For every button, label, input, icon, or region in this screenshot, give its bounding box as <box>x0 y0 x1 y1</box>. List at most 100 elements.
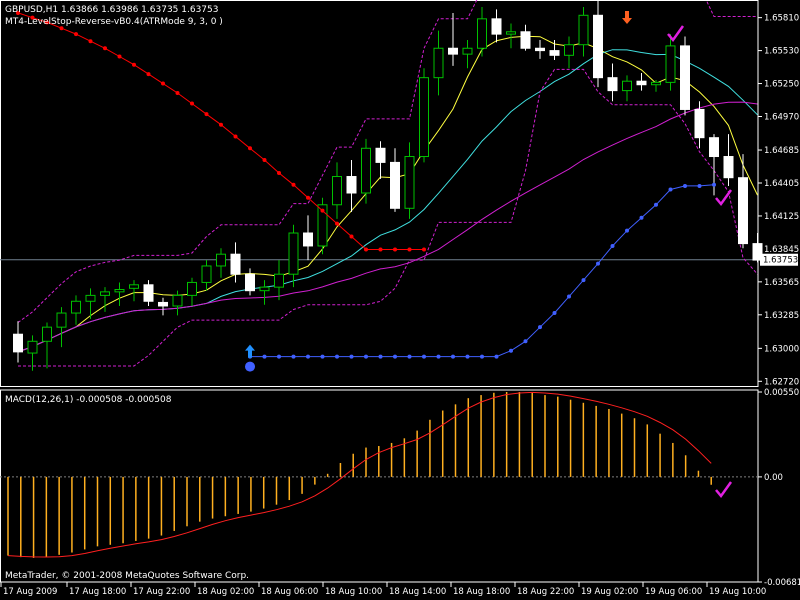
stop-blue-dot <box>538 325 542 330</box>
candle-body <box>129 284 139 289</box>
envelope-upper-line <box>17 0 758 323</box>
candle-body <box>245 273 255 292</box>
candle-body <box>216 253 226 267</box>
stop-blue-dot <box>683 183 687 188</box>
stop-red-dot <box>88 39 93 44</box>
candle-body <box>723 156 734 179</box>
ma-mid-line <box>17 49 758 353</box>
stop-blue-dot <box>596 261 600 266</box>
indicator-line: MT4-LevelStop-Reverse-vB0.4(ATRMode 9, 3… <box>5 17 223 27</box>
stop-blue-dot <box>494 354 499 359</box>
price-axis-label: 1.64405 <box>764 179 799 189</box>
stop-red-dot <box>262 158 267 163</box>
stop-red-dot <box>291 182 296 187</box>
stop-blue-dot <box>480 354 484 359</box>
stop-blue-dot <box>306 354 310 359</box>
stop-red-dot <box>277 170 281 175</box>
stop-blue-dot <box>407 354 412 359</box>
price-axis-label: 1.65530 <box>764 47 799 57</box>
time-axis-label: 17 Aug 22:00 <box>133 587 190 597</box>
price-axis-label: 1.63565 <box>764 278 799 288</box>
time-axis-label: 18 Aug 14:00 <box>389 587 446 597</box>
time-axis-label: 17 Aug 18:00 <box>69 587 126 597</box>
stop-red-dot <box>393 247 397 252</box>
candle-body <box>158 301 168 307</box>
stop-blue-dot <box>291 354 296 359</box>
price-axis-label: 1.63000 <box>764 344 799 354</box>
stop-blue-dot <box>581 278 586 283</box>
stop-red-dot <box>422 247 426 252</box>
candle-body <box>462 47 473 55</box>
check-mark-icon <box>667 25 685 43</box>
stop-blue-dot <box>509 348 513 353</box>
candle-body <box>27 340 38 354</box>
candle-body <box>56 312 67 328</box>
copyright-text: MetaTrader, © 2001-2008 MetaQuotes Softw… <box>5 571 249 581</box>
candle-body <box>143 284 154 302</box>
stop-blue-dot <box>335 354 339 359</box>
candle-body <box>448 47 458 55</box>
time-axis-label: 18 Aug 02:00 <box>197 587 254 597</box>
time-axis-label: 18 Aug 22:00 <box>517 587 574 597</box>
stop-red-dot <box>349 234 354 239</box>
stop-red-dot <box>407 247 412 252</box>
candle-body <box>607 77 618 92</box>
macd-signal-line <box>7 391 712 558</box>
macd-panel-frame <box>0 389 759 583</box>
price-axis-label: 1.63285 <box>764 311 799 321</box>
candle-body <box>636 80 647 86</box>
chart-canvas: 1.65810 1.65530 1.65250 1.64970 1.64685 1.644… <box>0 0 800 597</box>
candle-body <box>738 177 748 245</box>
candle-body <box>549 50 560 56</box>
candle-body <box>535 47 545 52</box>
candle-body <box>520 31 531 49</box>
candle-body <box>303 232 313 247</box>
stop-blue-dot <box>610 243 615 248</box>
candle-body <box>288 232 299 275</box>
candle-body <box>332 176 342 206</box>
stop-red-dot <box>335 221 339 226</box>
time-axis-label: 19 Aug 02:00 <box>581 587 638 597</box>
stop-red-dot <box>320 208 325 213</box>
candle-body <box>172 294 183 307</box>
stop-blue-dot <box>436 354 441 359</box>
candle-body <box>564 44 574 56</box>
envelope-lower-line <box>18 68 758 367</box>
time-axis-label: 18 Aug 18:00 <box>453 587 510 597</box>
stop-blue-dot <box>422 354 426 359</box>
candle-body <box>506 31 516 35</box>
candle-body <box>274 273 284 288</box>
time-axis-label: 18 Aug 10:00 <box>325 587 382 597</box>
time-axis-label: 17 Aug 2009 <box>3 587 57 597</box>
candle-body <box>361 147 371 194</box>
candle-body <box>404 156 415 209</box>
macd-label: MACD(12,26,1) -0.000508 -0.000508 <box>5 395 172 405</box>
candle-body <box>100 291 110 296</box>
price-panel-frame <box>0 0 759 387</box>
price-axis-label: 1.62720 <box>764 377 799 387</box>
candle-body <box>201 265 212 283</box>
time-axis-label: 19 Aug 10:00 <box>709 587 766 597</box>
buy-arrow-icon <box>245 344 255 358</box>
stop-red-dot <box>117 54 122 59</box>
price-axis-label: 1.63845 <box>764 245 799 255</box>
stop-blue-dot <box>465 354 470 359</box>
stop-red-line <box>17 12 424 250</box>
candle-body <box>85 294 96 302</box>
stop-blue-dot <box>639 215 644 220</box>
stop-blue-dot <box>393 354 397 359</box>
macd-axis-label: 0.00 <box>764 473 783 483</box>
macd-axis-label: -0.00681 <box>764 578 800 588</box>
price-axis-label: 1.64125 <box>764 212 799 222</box>
stop-blue-dot <box>451 354 455 359</box>
stop-red-dot <box>161 81 165 86</box>
candle-body <box>375 147 386 163</box>
candle-body <box>477 18 487 49</box>
stop-red-dot <box>175 90 180 95</box>
candle-body <box>13 333 23 353</box>
stop-red-dot <box>364 247 368 252</box>
candle-body <box>665 45 676 83</box>
stop-red-dot <box>74 32 78 37</box>
ma-fast-line <box>17 35 758 353</box>
stop-blue-dot <box>552 311 557 316</box>
